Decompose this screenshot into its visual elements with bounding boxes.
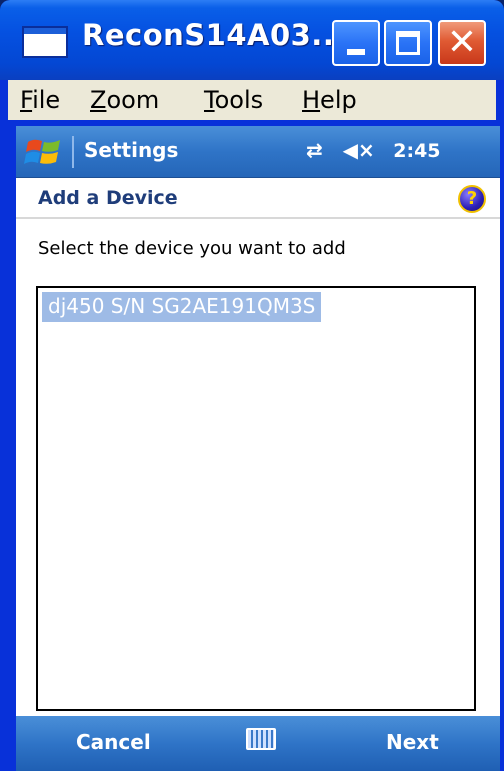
status-area: ⇄ ◀× 2:45 [306, 138, 441, 162]
next-softkey[interactable]: Next [386, 730, 439, 754]
menu-zoom-accel: Z [90, 86, 107, 114]
minimize-icon [347, 49, 365, 55]
menu-file-rest: ile [32, 86, 61, 114]
volume-muted-icon[interactable]: ◀× [343, 138, 387, 162]
device-screen: Settings ⇄ ◀× 2:45 Add a Device ? Select… [16, 126, 500, 771]
menu-help-accel: H [302, 86, 321, 114]
maximize-button[interactable] [384, 20, 432, 66]
menu-zoom-rest: oom [106, 86, 160, 114]
keyboard-icon[interactable] [246, 728, 276, 750]
page-title: Add a Device [38, 187, 178, 209]
close-button[interactable]: ✕ [438, 20, 486, 66]
device-list-item[interactable]: dj450 S/N SG2AE191QM3S [42, 292, 322, 322]
close-icon: ✕ [446, 22, 478, 63]
menu-zoom[interactable]: Zoom [90, 86, 159, 114]
menu-tools[interactable]: Tools [204, 86, 263, 114]
menu-bar: File Zoom Tools Help [8, 80, 496, 120]
app-window-icon [22, 26, 68, 58]
navigation-bar: Settings ⇄ ◀× 2:45 [16, 126, 500, 178]
menu-tools-rest: ools [214, 86, 264, 114]
nav-separator [72, 136, 74, 168]
device-list[interactable]: dj450 S/N SG2AE191QM3S [36, 286, 476, 711]
cancel-softkey[interactable]: Cancel [76, 730, 151, 754]
menu-file-accel: F [20, 86, 33, 114]
menu-file[interactable]: File [20, 86, 60, 114]
menu-help-rest: elp [320, 86, 357, 114]
title-bar[interactable]: ReconS14A03... ✕ [0, 0, 504, 80]
connectivity-icon[interactable]: ⇄ [306, 138, 336, 162]
nav-title[interactable]: Settings [84, 138, 178, 162]
softkey-bar: Cancel Next [16, 716, 500, 771]
emulator-window: ReconS14A03... ✕ File Zoom Tools Help Se… [0, 0, 504, 771]
help-icon[interactable]: ? [458, 185, 486, 213]
menu-help[interactable]: Help [302, 86, 357, 114]
clock[interactable]: 2:45 [393, 140, 440, 162]
minimize-button[interactable] [332, 20, 380, 66]
maximize-icon [396, 31, 420, 55]
instruction-text: Select the device you want to add [38, 238, 346, 259]
windows-flag-icon[interactable] [24, 134, 64, 170]
menu-tools-accel: T [204, 86, 215, 114]
page-header: Add a Device ? [16, 179, 500, 219]
window-title: ReconS14A03... [82, 18, 346, 52]
